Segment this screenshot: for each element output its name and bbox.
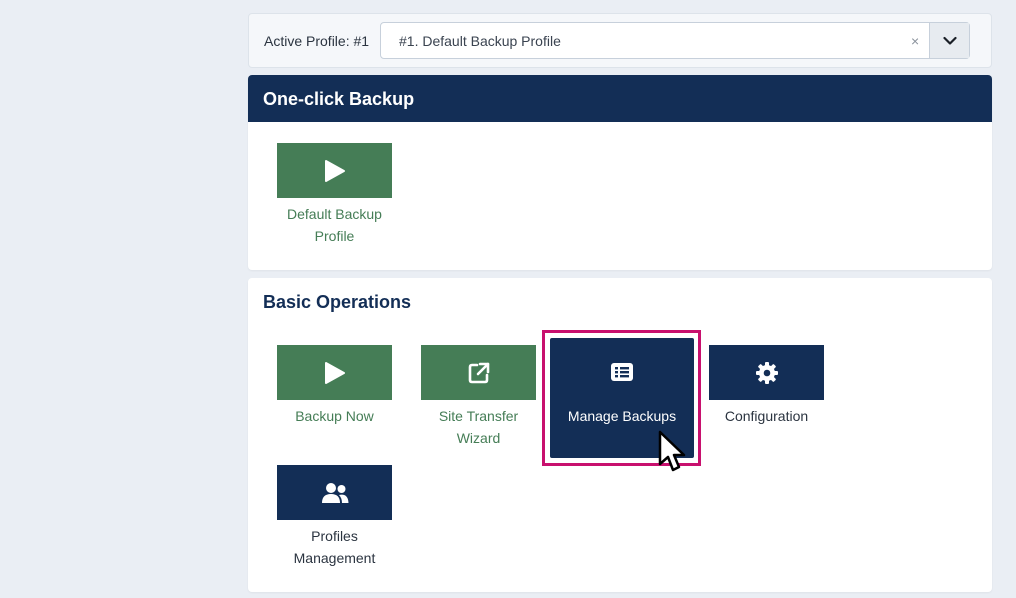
clear-selection-button[interactable]: × [911, 33, 919, 49]
mouse-cursor-icon [658, 430, 686, 472]
gear-icon [755, 361, 778, 384]
profile-select[interactable]: #1. Default Backup Profile × [380, 22, 970, 59]
default-backup-profile-label: Default Backup Profile [287, 206, 382, 244]
active-profile-label: Active Profile: #1 [264, 33, 370, 49]
list-icon [610, 362, 634, 387]
external-link-icon [468, 362, 489, 383]
backup-now-label: Backup Now [295, 408, 374, 424]
configuration-label: Configuration [724, 408, 809, 424]
site-transfer-wizard-label: Site Transfer Wizard [438, 408, 519, 446]
play-icon [324, 159, 345, 182]
one-click-backup-title: One-click Backup [248, 75, 992, 122]
users-icon [321, 482, 348, 503]
profiles-management-button[interactable]: Profiles Management [277, 465, 392, 569]
configuration-button[interactable]: Configuration [709, 345, 824, 427]
play-icon [324, 361, 345, 384]
manage-backups-label: Manage Backups [567, 408, 677, 424]
active-profile-bar: Active Profile: #1 #1. Default Backup Pr… [248, 13, 992, 68]
profile-select-value: #1. Default Backup Profile [399, 33, 561, 49]
default-backup-profile-button[interactable]: Default Backup Profile [277, 143, 392, 247]
chevron-down-icon [942, 36, 957, 45]
profiles-management-label: Profiles Management [293, 528, 376, 566]
site-transfer-wizard-button[interactable]: Site Transfer Wizard [421, 345, 536, 449]
backup-now-button[interactable]: Backup Now [277, 345, 392, 427]
basic-operations-title: Basic Operations [263, 292, 412, 312]
profile-dropdown-toggle[interactable] [929, 23, 969, 58]
